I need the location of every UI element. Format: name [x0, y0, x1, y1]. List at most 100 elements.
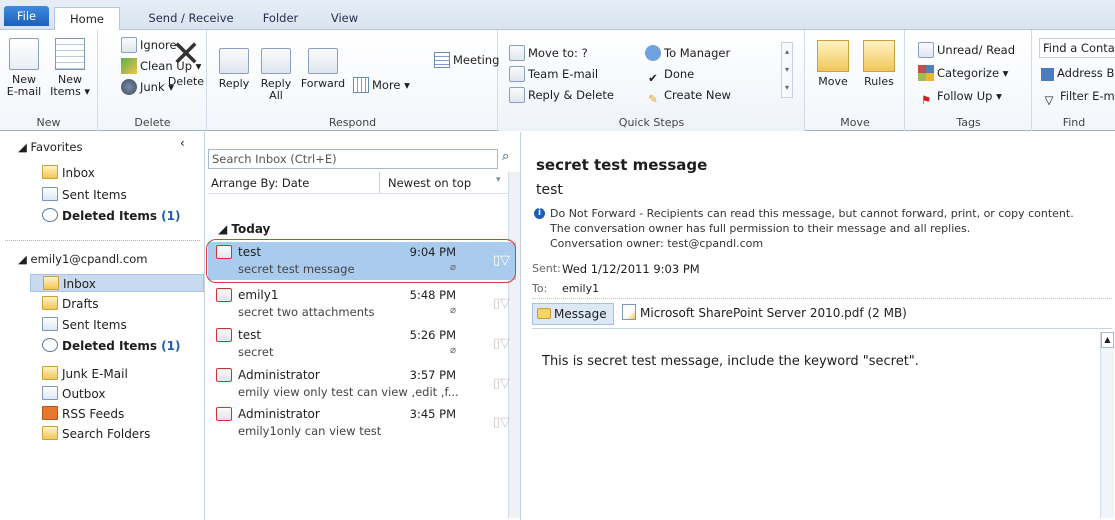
reply-all-button[interactable]: Reply All: [256, 48, 296, 102]
message-row[interactable]: Administrator emily1only can view test 3…: [208, 404, 516, 442]
ribbon-tab-bar: File Home Send / Receive Folder View: [0, 0, 1115, 30]
quick-steps-scroll[interactable]: ▴ ▾ ▾: [781, 42, 793, 98]
divider: [379, 172, 380, 193]
deleted-folder-icon: [42, 208, 58, 222]
follow-up-button[interactable]: ⚑ Follow Up ▾: [918, 86, 1002, 107]
reading-pane-scrollbar[interactable]: ▲: [1100, 332, 1114, 518]
group-tags: Unread/ Read Categorize ▾ ⚑ Follow Up ▾ T…: [906, 30, 1032, 131]
rights-protected-mail-icon: [216, 368, 232, 382]
tab-send-receive[interactable]: Send / Receive: [146, 7, 236, 30]
move-to-icon: [509, 45, 525, 61]
calendar-icon: [55, 38, 85, 70]
sort-order[interactable]: Newest on top: [388, 176, 471, 190]
team-email-icon: [509, 66, 525, 82]
new-items-button[interactable]: New Items ▾: [46, 38, 94, 98]
quickstep-reply-delete[interactable]: Reply & Delete: [509, 85, 614, 105]
selection-highlight: [206, 239, 516, 283]
reply-button[interactable]: Reply: [214, 48, 254, 90]
tab-view[interactable]: View: [322, 7, 367, 30]
collapse-pane-icon[interactable]: ‹: [180, 136, 185, 150]
favorites-header[interactable]: ◢ Favorites: [18, 138, 82, 156]
tab-file[interactable]: File: [4, 6, 49, 26]
message-row[interactable]: emily1 secret two attachments 5:48 PM ⌀ …: [208, 285, 516, 323]
account-header[interactable]: ◢ emily1@cpandl.com: [18, 250, 147, 268]
tab-folder[interactable]: Folder: [253, 7, 308, 30]
rules-button[interactable]: Rules: [858, 40, 900, 88]
conversation-owner: Conversation owner: test@cpandl.com: [550, 237, 764, 250]
message-icon: [537, 308, 551, 319]
unread-read-button[interactable]: Unread/ Read: [918, 40, 1015, 60]
group-header-today[interactable]: ◢ Today: [218, 222, 270, 236]
search-inbox-input[interactable]: Search Inbox (Ctrl+E): [208, 149, 498, 169]
to-label: To:: [532, 282, 548, 295]
group-delete: Ignore Clean Up ▾ Junk ▾ ✕ Delete Delete: [99, 30, 207, 131]
delete-button[interactable]: ✕ Delete: [167, 34, 205, 88]
folder-sent-items[interactable]: Sent Items: [42, 316, 127, 334]
quickstep-done[interactable]: ✔ Done: [645, 64, 694, 85]
address-book-button[interactable]: Address B: [1041, 63, 1114, 83]
meeting-button[interactable]: Meeting: [434, 50, 499, 70]
categorize-icon: [918, 65, 934, 81]
message-tab[interactable]: Message: [532, 303, 614, 325]
filter-email-button[interactable]: ▽ Filter E-m: [1041, 86, 1115, 107]
quickstep-move-to[interactable]: Move to: ?: [509, 43, 588, 63]
cleanup-icon: [121, 58, 137, 74]
rules-icon: [863, 40, 895, 72]
group-label-respond: Respond: [328, 116, 377, 129]
address-book-icon: [1041, 68, 1054, 81]
folder-junk-email[interactable]: Junk E-Mail: [42, 365, 128, 383]
favorite-sent-items[interactable]: Sent Items: [42, 186, 127, 204]
find-contact-input[interactable]: Find a Conta: [1039, 38, 1115, 58]
junk-folder-icon: [42, 366, 58, 380]
quickstep-to-manager[interactable]: To Manager: [645, 43, 730, 63]
folder-deleted-items[interactable]: Deleted Items (1): [42, 337, 181, 355]
move-button[interactable]: Move: [812, 40, 854, 88]
to-value[interactable]: emily1: [562, 282, 599, 295]
message-row[interactable]: Administrator emily view only test can v…: [208, 365, 516, 403]
categorize-button[interactable]: Categorize ▾: [918, 63, 1008, 83]
forward-button[interactable]: Forward: [298, 48, 348, 90]
scroll-up-icon[interactable]: ▲: [1101, 332, 1114, 348]
inbox-folder-icon: [42, 165, 58, 179]
flag-icon[interactable]: ▯▽: [493, 336, 510, 351]
message-body: This is secret test message, include the…: [542, 354, 919, 369]
folder-outbox[interactable]: Outbox: [42, 385, 105, 403]
flag-icon[interactable]: ▯▽: [493, 296, 510, 311]
sort-arrow-icon: ▾: [496, 175, 501, 185]
tab-home[interactable]: Home: [54, 7, 120, 30]
sent-label: Sent:: [532, 262, 561, 275]
search-icon[interactable]: ⌕: [502, 149, 509, 164]
rss-icon: [42, 406, 58, 420]
favorite-inbox[interactable]: Inbox: [42, 164, 95, 182]
quickstep-team-email[interactable]: Team E-mail: [509, 64, 598, 84]
new-email-button[interactable]: New E-mail: [2, 38, 46, 98]
favorite-deleted-items[interactable]: Deleted Items (1): [42, 207, 181, 225]
folder-search-folders[interactable]: Search Folders: [42, 425, 150, 443]
arrange-by-date[interactable]: Arrange By: Date: [211, 176, 309, 190]
junk-icon: [121, 79, 137, 95]
divider: [532, 328, 1112, 329]
folder-rss-feeds[interactable]: RSS Feeds: [42, 405, 124, 423]
group-find: Find a Conta Address B ▽ Filter E-m Find: [1033, 30, 1115, 131]
flag-icon[interactable]: ▯▽: [493, 376, 510, 391]
permission-notice: Do Not Forward - Recipients can read thi…: [550, 207, 1074, 220]
account-inbox[interactable]: Inbox: [30, 274, 204, 292]
more-button[interactable]: More ▾: [353, 75, 410, 95]
folder-drafts[interactable]: Drafts: [42, 295, 99, 313]
info-icon: i: [534, 208, 545, 219]
attachment-tab[interactable]: Microsoft SharePoint Server 2010.pdf (2 …: [622, 303, 907, 325]
group-label-delete: Delete: [134, 116, 171, 129]
delete-x-icon: ✕: [170, 34, 202, 75]
flag-icon[interactable]: ▯▽: [493, 415, 510, 430]
message-sender[interactable]: test: [536, 182, 563, 198]
attachment-icon: ⌀: [449, 345, 456, 356]
message-row[interactable]: test secret 5:26 PM ⌀ ▯▽: [208, 325, 516, 363]
unread-icon: [918, 42, 934, 58]
sent-value: Wed 1/12/2011 9:03 PM: [562, 262, 700, 276]
group-label-new: New: [36, 116, 61, 129]
quickstep-create-new[interactable]: ✎ Create New: [645, 85, 731, 106]
message-title: secret test message: [536, 156, 708, 174]
search-folder-icon: [42, 426, 58, 440]
inbox-folder-icon: [43, 276, 59, 290]
reply-icon: [219, 48, 249, 74]
